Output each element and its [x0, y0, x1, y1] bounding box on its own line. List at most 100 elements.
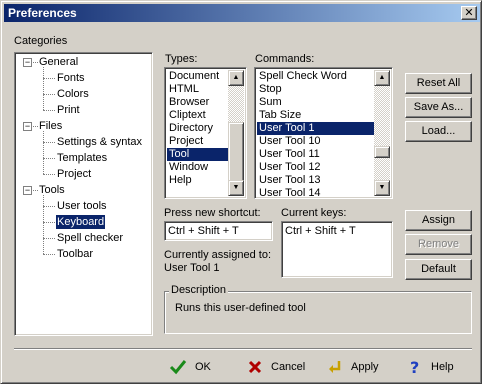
- current-keys-label: Current keys:: [281, 207, 347, 219]
- apply-label: Apply: [351, 361, 379, 373]
- types-list: Document HTML Browser Cliptext Directory Proj…: [167, 70, 228, 187]
- tree-connector: [43, 94, 55, 95]
- cancel-button[interactable]: Cancel: [247, 356, 305, 378]
- scroll-up-button[interactable]: ▲: [228, 70, 244, 86]
- commands-scrollbar[interactable]: ▲ ▼: [374, 70, 390, 196]
- arrow-down-icon: ▼: [232, 184, 240, 191]
- commands-list-item[interactable]: Stop: [257, 83, 374, 96]
- commands-list-item[interactable]: User Tool 13: [257, 174, 374, 187]
- scroll-down-button[interactable]: ▼: [374, 180, 390, 196]
- collapse-toggle-icon[interactable]: −: [23, 122, 32, 131]
- help-label: Help: [431, 361, 454, 373]
- types-list-item[interactable]: Cliptext: [167, 109, 228, 122]
- commands-listbox[interactable]: Spell Check Word Stop Sum Tab Size User Tool…: [254, 67, 393, 199]
- press-shortcut-input[interactable]: Ctrl + Shift + T: [164, 221, 273, 241]
- types-list-item[interactable]: Directory: [167, 122, 228, 135]
- commands-list: Spell Check Word Stop Sum Tab Size User Tool…: [257, 70, 374, 198]
- current-keys-list[interactable]: Ctrl + Shift + T: [281, 221, 393, 278]
- scroll-down-button[interactable]: ▼: [228, 180, 244, 196]
- collapse-toggle-icon[interactable]: −: [23, 186, 32, 195]
- assign-button[interactable]: Assign: [405, 210, 472, 231]
- tree-connector: [43, 158, 55, 159]
- description-title: Description: [169, 284, 229, 297]
- checkmark-icon: [169, 360, 187, 375]
- load-button[interactable]: Load...: [405, 121, 472, 142]
- tree-connector: [43, 206, 55, 207]
- footer-separator: [14, 348, 472, 350]
- remove-button[interactable]: Remove: [405, 234, 472, 255]
- save-as-button[interactable]: Save As...: [405, 97, 472, 118]
- title-bar[interactable]: Preferences ✕: [4, 4, 480, 22]
- types-list-item[interactable]: Help: [167, 174, 228, 187]
- tree-group-files[interactable]: Files: [38, 119, 63, 133]
- types-list-item[interactable]: Window: [167, 161, 228, 174]
- apply-arrow-icon: [329, 361, 341, 373]
- svg-text:?: ?: [410, 359, 419, 375]
- preferences-window: Preferences ✕ Categories − General Fonts Co…: [0, 0, 482, 384]
- commands-list-item[interactable]: User Tool 10: [257, 135, 374, 148]
- cross-icon: [248, 360, 262, 374]
- commands-list-item[interactable]: User Tool 1: [257, 122, 374, 135]
- tree-item-user-tools[interactable]: User tools: [56, 199, 108, 213]
- tree-item-print[interactable]: Print: [56, 103, 81, 117]
- tree-connector: [43, 67, 44, 110]
- tree-item-colors[interactable]: Colors: [56, 87, 90, 101]
- reset-all-button[interactable]: Reset All: [405, 73, 472, 94]
- close-icon: ✕: [464, 7, 474, 19]
- tree-connector: [43, 110, 55, 111]
- tree-item-spell-checker[interactable]: Spell checker: [56, 231, 124, 245]
- apply-button[interactable]: Apply: [327, 356, 379, 378]
- tree-connector: [43, 222, 55, 223]
- commands-list-item[interactable]: User Tool 12: [257, 161, 374, 174]
- types-scrollbar[interactable]: ▲ ▼: [228, 70, 244, 196]
- types-label: Types:: [165, 53, 198, 65]
- tree-item-project[interactable]: Project: [56, 167, 92, 181]
- tree-connector: [43, 238, 55, 239]
- tree-item-templates[interactable]: Templates: [56, 151, 108, 165]
- commands-list-item[interactable]: User Tool 14: [257, 187, 374, 198]
- tree-connector: [43, 174, 55, 175]
- tree-connector: [43, 254, 55, 255]
- assigned-to-value: User Tool 1: [164, 262, 220, 274]
- scroll-thumb[interactable]: [374, 146, 390, 158]
- categories-label: Categories: [14, 35, 68, 47]
- close-button[interactable]: ✕: [461, 6, 477, 20]
- default-button[interactable]: Default: [405, 259, 472, 280]
- types-list-item[interactable]: Document: [167, 70, 228, 83]
- tree-connector: [43, 142, 55, 143]
- help-button[interactable]: ? Help: [409, 356, 454, 378]
- categories-tree[interactable]: − General Fonts Colors Print − Files Settings &…: [14, 52, 153, 336]
- arrow-up-icon: ▲: [232, 74, 240, 81]
- commands-label: Commands:: [255, 53, 315, 65]
- tree-connector: [43, 195, 44, 254]
- scroll-thumb[interactable]: [228, 122, 244, 182]
- types-list-item[interactable]: Browser: [167, 96, 228, 109]
- commands-list-item[interactable]: User Tool 11: [257, 148, 374, 161]
- scroll-up-button[interactable]: ▲: [374, 70, 390, 86]
- assigned-to-label: Currently assigned to:: [164, 249, 271, 261]
- cancel-label: Cancel: [271, 361, 306, 373]
- window-title: Preferences: [8, 6, 77, 20]
- types-list-item[interactable]: HTML: [167, 83, 228, 96]
- commands-list-item[interactable]: Spell Check Word: [257, 70, 374, 83]
- tree-item-keyboard[interactable]: Keyboard: [54, 214, 107, 230]
- collapse-toggle-icon[interactable]: −: [23, 58, 32, 67]
- arrow-down-icon: ▼: [378, 184, 386, 191]
- tree-connector: [43, 78, 55, 79]
- press-shortcut-label: Press new shortcut:: [164, 207, 261, 219]
- tree-connector: [43, 131, 44, 174]
- commands-list-item[interactable]: Sum: [257, 96, 374, 109]
- tree-item-settings-syntax[interactable]: Settings & syntax: [56, 135, 143, 149]
- ok-button[interactable]: OK: [169, 356, 211, 378]
- tree-item-toolbar[interactable]: Toolbar: [56, 247, 94, 261]
- ok-label: OK: [195, 361, 211, 373]
- commands-list-item[interactable]: Tab Size: [257, 109, 374, 122]
- help-question-icon: ?: [410, 359, 419, 375]
- types-list-item[interactable]: Tool: [167, 148, 228, 161]
- types-listbox[interactable]: Document HTML Browser Cliptext Directory Proj…: [164, 67, 247, 199]
- tree-item-fonts[interactable]: Fonts: [56, 71, 86, 85]
- tree-group-general[interactable]: General: [38, 55, 79, 69]
- description-text: Runs this user-defined tool: [175, 302, 306, 314]
- arrow-up-icon: ▲: [378, 74, 386, 81]
- types-list-item[interactable]: Project: [167, 135, 228, 148]
